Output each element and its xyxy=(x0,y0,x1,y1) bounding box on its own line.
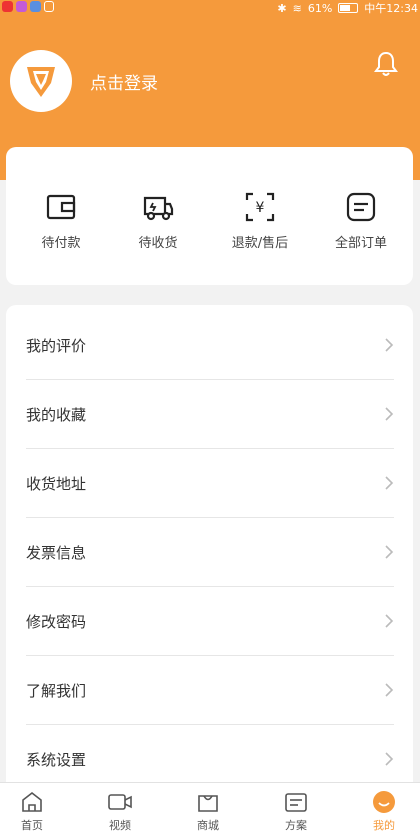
settings-menu: 我的评价 我的收藏 收货地址 发票信息 修改密码 了解我们 系统设置 xyxy=(6,305,413,795)
order-all[interactable]: 全部订单 xyxy=(311,190,411,251)
status-right: ✱ ≋ 61% 中午12:34 xyxy=(277,0,418,16)
battery-icon xyxy=(338,3,359,13)
svg-text:¥: ¥ xyxy=(256,200,265,216)
tab-label: 我的 xyxy=(373,819,395,832)
menu-label: 发票信息 xyxy=(26,543,87,562)
orders-card: 待付款 待收货 ¥ 退款/售后 全部订单 xyxy=(6,147,413,285)
order-label: 退款/售后 xyxy=(231,236,289,251)
app-notification-icon xyxy=(16,1,27,12)
menu-item-invoice[interactable]: 发票信息 xyxy=(26,518,394,587)
tab-home[interactable]: 首页 xyxy=(0,789,74,833)
menu-label: 我的评价 xyxy=(26,336,87,355)
battery-percent: 61% xyxy=(307,1,333,15)
refund-icon: ¥ xyxy=(245,192,275,222)
notification-icons xyxy=(2,1,54,12)
app-notification-icon xyxy=(30,1,41,12)
tab-label: 视频 xyxy=(109,819,131,832)
tab-profile[interactable]: 我的 xyxy=(342,789,420,833)
tab-shop[interactable]: 商城 xyxy=(166,789,250,833)
chevron-right-icon xyxy=(385,407,394,421)
menu-item-favorites[interactable]: 我的收藏 xyxy=(26,380,394,449)
menu-label: 修改密码 xyxy=(26,612,87,631)
logo-icon xyxy=(27,67,55,97)
chevron-right-icon xyxy=(385,476,394,490)
order-label: 待收货 xyxy=(138,236,178,251)
app-notification-icon xyxy=(2,1,13,12)
tab-label: 方案 xyxy=(285,819,307,832)
tab-label: 商城 xyxy=(197,819,219,832)
order-list-icon xyxy=(346,192,376,222)
order-label: 全部订单 xyxy=(334,236,387,251)
bell-icon[interactable] xyxy=(373,50,399,78)
plan-icon xyxy=(285,793,307,812)
menu-item-about[interactable]: 了解我们 xyxy=(26,656,394,725)
wallet-icon xyxy=(46,194,76,220)
order-pending-receipt[interactable]: 待收货 xyxy=(108,190,208,251)
shop-icon xyxy=(198,795,218,812)
sim-icon xyxy=(44,1,54,12)
chevron-right-icon xyxy=(385,614,394,628)
bottom-tab-bar: 首页 视频 商城 方案 我的 xyxy=(0,782,420,837)
chevron-right-icon xyxy=(385,545,394,559)
order-label: 待付款 xyxy=(41,236,81,251)
bluetooth-icon: ✱ xyxy=(277,1,287,15)
tab-plan[interactable]: 方案 xyxy=(254,789,338,833)
menu-label: 系统设置 xyxy=(26,750,87,769)
home-icon xyxy=(22,791,42,812)
video-icon xyxy=(108,794,132,810)
menu-label: 收货地址 xyxy=(26,474,87,493)
clock: 中午12:34 xyxy=(364,2,418,15)
chevron-right-icon xyxy=(385,683,394,697)
tab-label: 首页 xyxy=(21,819,43,832)
truck-icon xyxy=(143,196,174,221)
login-link[interactable]: 点击登录 xyxy=(90,69,158,94)
menu-label: 了解我们 xyxy=(26,681,87,700)
menu-label: 我的收藏 xyxy=(26,405,87,424)
avatar[interactable] xyxy=(10,50,72,112)
order-refund[interactable]: ¥ 退款/售后 xyxy=(210,190,310,251)
menu-item-reviews[interactable]: 我的评价 xyxy=(26,311,394,380)
chevron-right-icon xyxy=(385,338,394,352)
order-pending-payment[interactable]: 待付款 xyxy=(11,190,111,251)
profile-icon xyxy=(373,791,395,813)
status-bar: ✱ ≋ 61% 中午12:34 xyxy=(0,0,420,16)
menu-item-password[interactable]: 修改密码 xyxy=(26,587,394,656)
menu-item-address[interactable]: 收货地址 xyxy=(26,449,394,518)
wifi-icon: ≋ xyxy=(292,1,302,15)
tab-video[interactable]: 视频 xyxy=(78,789,162,833)
chevron-right-icon xyxy=(385,752,394,766)
